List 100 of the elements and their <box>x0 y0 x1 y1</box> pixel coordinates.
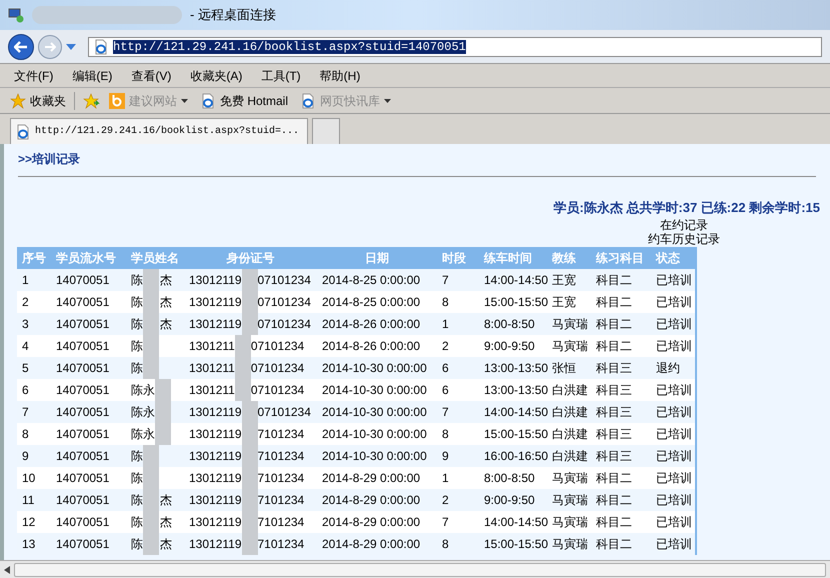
table-cell-text: 14:00-14:50 <box>483 404 547 420</box>
table-cell-text: 陈 <box>131 470 143 486</box>
table-cell-text: 6 <box>21 382 30 398</box>
remote-desktop-icon <box>8 7 24 23</box>
table-cell-text: 王宽 <box>551 272 577 288</box>
table-cell-text: 已培训 <box>655 316 693 332</box>
table-cell-text: 14070051 <box>55 272 110 288</box>
column-header: 学员姓名 <box>130 250 180 266</box>
scroll-left-icon[interactable] <box>4 566 10 574</box>
table-cell-text: 13012119 <box>189 514 242 530</box>
table-cell-text: 14070051 <box>55 294 110 310</box>
table-cell-text: 13:00-13:50 <box>483 382 547 398</box>
table-cell-text: 9 <box>21 448 30 464</box>
table-cell-text: 1301211 <box>189 382 235 398</box>
redaction-mark <box>155 378 171 400</box>
table-cell-text: 已培训 <box>655 382 693 398</box>
menu-item[interactable]: 帮助(H) <box>320 66 360 84</box>
table-cell-text: 马寅瑞 <box>551 492 589 508</box>
table-cell-text: 8 <box>441 536 450 552</box>
table-cell-text: 科目二 <box>595 536 633 552</box>
table-cell-text: 白洪建 <box>551 426 589 442</box>
table-cell-text: 7 <box>441 404 450 420</box>
table-cell-text: 13012119 <box>189 294 242 310</box>
horizontal-scrollbar[interactable] <box>0 560 830 578</box>
table-cell-text: 2014-8-25 0:00:00 <box>321 272 422 288</box>
table-cell-text: 07101234 <box>258 404 311 420</box>
table-cell-text: 已培训 <box>655 404 693 420</box>
table-cell-text: 6 <box>441 382 450 398</box>
b-logo-icon <box>109 92 125 108</box>
redaction-mark <box>242 268 258 290</box>
table-cell-text: 12 <box>21 514 36 530</box>
dropdown-arrow-icon[interactable] <box>66 44 76 50</box>
favorites-link[interactable]: 免费 Hotmail <box>200 92 288 110</box>
table-cell-text: 科目三 <box>595 360 633 376</box>
table-cell-text: 杰 <box>160 272 172 288</box>
add-favorite-icon[interactable] <box>83 92 101 108</box>
table-cell-text: 7101234 <box>258 448 304 464</box>
record-link[interactable]: 在约记录 <box>660 218 708 232</box>
table-cell-text: 14070051 <box>55 426 110 442</box>
menu-item[interactable]: 工具(T) <box>261 66 301 84</box>
column-header: 时段 <box>441 250 467 266</box>
redaction-mark <box>242 532 258 554</box>
back-arrow-icon <box>14 40 28 52</box>
menu-item[interactable]: 文件(F) <box>14 66 54 84</box>
new-tab-button[interactable] <box>312 118 340 144</box>
record-link[interactable]: 约车历史记录 <box>648 232 720 246</box>
table-cell-text: 7 <box>21 404 30 420</box>
table-cell-text: 9 <box>441 448 450 464</box>
table-cell-text: 13012119 <box>189 272 242 288</box>
redaction-mark <box>143 444 159 466</box>
table-cell-text: 2014-8-29 0:00:00 <box>321 514 422 530</box>
table-cell-text: 陈 <box>131 272 143 288</box>
browser-tab[interactable]: http://121.29.241.16/booklist.aspx?stuid=... <box>10 118 308 144</box>
table-cell-text: 2014-10-30 0:00:00 <box>321 360 428 376</box>
page-heading: >>培训记录 <box>18 152 80 166</box>
table-cell-text: 科目二 <box>595 470 633 486</box>
table-cell-text: 2014-8-25 0:00:00 <box>321 294 422 310</box>
table-cell-text: 科目二 <box>595 338 633 354</box>
back-button[interactable] <box>8 34 34 60</box>
redaction-mark <box>143 356 159 378</box>
column-header: 教练 <box>550 250 577 266</box>
table-cell-text: 2014-10-30 0:00:00 <box>321 448 428 464</box>
table-cell-text: 1 <box>441 316 450 332</box>
menu-item[interactable]: 查看(V) <box>131 66 172 84</box>
table-cell-text: 14070051 <box>55 492 110 508</box>
column-header: 状态 <box>654 250 681 266</box>
table-cell-text: 科目三 <box>595 404 633 420</box>
column-header: 学员流水号 <box>55 250 117 266</box>
table-cell-text: 07101234 <box>250 360 304 376</box>
table-cell-text: 杰 <box>160 294 172 310</box>
table-cell-text: 7101234 <box>258 492 304 508</box>
favorites-button[interactable]: 收藏夹 <box>10 92 66 110</box>
table-cell-text: 9:00-9:50 <box>483 338 536 354</box>
table-cell-text: 科目三 <box>595 382 633 398</box>
table-cell-text: 已培训 <box>655 448 693 464</box>
table-cell-text: 陈永 <box>131 382 155 398</box>
table-cell-text: 杰 <box>160 536 172 552</box>
menu-item[interactable]: 编辑(E) <box>72 66 112 84</box>
menu-item[interactable]: 收藏夹(A) <box>190 66 242 84</box>
table-cell-text: 陈 <box>131 316 143 332</box>
table-cell-text: 5 <box>21 360 30 376</box>
star-icon <box>10 92 26 108</box>
table-cell-text: 科目二 <box>595 514 633 530</box>
address-field[interactable]: http://121.29.241.16/booklist.aspx?stuid=14070051 <box>88 36 822 56</box>
table-cell-text: 14:00-14:50 <box>483 514 547 530</box>
table-cell-text: 已培训 <box>655 426 693 442</box>
table-cell-text: 白洪建 <box>551 404 589 420</box>
table-cell-text: 陈 <box>131 536 143 552</box>
table-cell-text: 8:00-8:50 <box>483 470 536 486</box>
table-cell-text: 13012119 <box>189 316 242 332</box>
column-header: 练习科目 <box>594 250 645 266</box>
scrollbar-thumb[interactable] <box>14 562 826 576</box>
table-cell-text: 张恒 <box>551 360 577 376</box>
table-cell-text: 14070051 <box>55 360 110 376</box>
table-cell-text: 13 <box>21 536 36 552</box>
table-cell-text: 科目二 <box>595 272 633 288</box>
table-cell-text: 2014-8-29 0:00:00 <box>321 536 422 552</box>
table-cell-text: 已培训 <box>655 294 693 310</box>
window-title: - 远程桌面连接 <box>190 6 276 24</box>
redaction-mark <box>143 532 159 554</box>
